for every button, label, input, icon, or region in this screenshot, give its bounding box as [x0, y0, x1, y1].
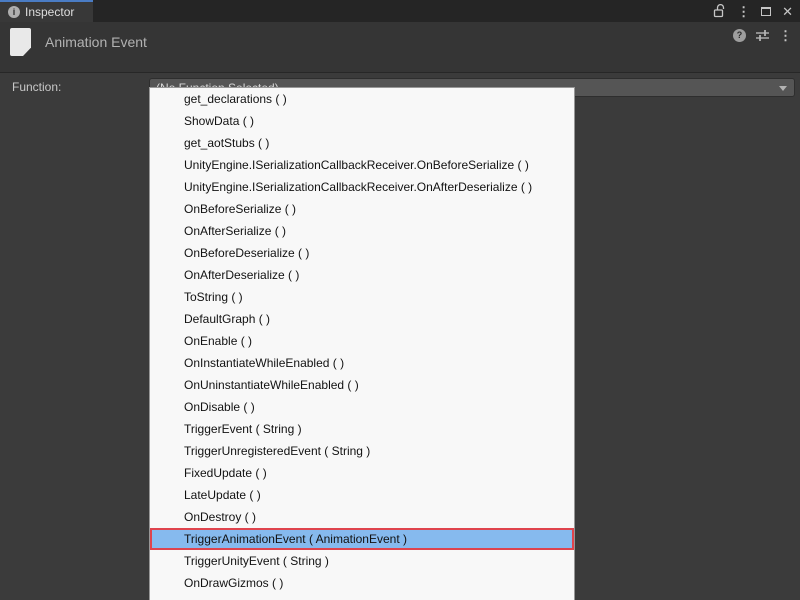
- unity-inspector-window: i Inspector ⋮ ✕ Animation Event ?: [0, 0, 800, 600]
- dropdown-item[interactable]: ToString ( ): [150, 286, 574, 308]
- chevron-down-icon: [779, 86, 787, 91]
- dropdown-item[interactable]: OnDestroy ( ): [150, 506, 574, 528]
- dropdown-item[interactable]: get_aotStubs ( ): [150, 132, 574, 154]
- dropdown-item[interactable]: OnBeforeDeserialize ( ): [150, 242, 574, 264]
- kebab-menu-icon[interactable]: ⋮: [737, 5, 750, 18]
- tab-inspector[interactable]: i Inspector: [0, 0, 93, 22]
- dropdown-item[interactable]: ShowData ( ): [150, 110, 574, 132]
- dropdown-item[interactable]: OnEnable ( ): [150, 330, 574, 352]
- dropdown-item[interactable]: OnBeforeSerialize ( ): [150, 198, 574, 220]
- presets-icon[interactable]: [755, 29, 770, 42]
- help-icon[interactable]: ?: [733, 29, 746, 42]
- dropdown-item[interactable]: OnDrawGizmos ( ): [150, 572, 574, 594]
- dropdown-item[interactable]: TriggerEvent ( String ): [150, 418, 574, 440]
- titlebar: i Inspector ⋮ ✕: [0, 0, 800, 22]
- tab-label: Inspector: [25, 5, 74, 19]
- dropdown-item[interactable]: OnDisable ( ): [150, 396, 574, 418]
- info-icon: i: [8, 6, 20, 18]
- dropdown-item[interactable]: UnityEngine.ISerializationCallbackReceiv…: [150, 176, 574, 198]
- dropdown-item-selected[interactable]: TriggerAnimationEvent ( AnimationEvent ): [150, 528, 574, 550]
- maximize-icon[interactable]: [761, 7, 771, 16]
- titlebar-icons: ⋮ ✕: [713, 0, 793, 22]
- dropdown-item[interactable]: get_declarations ( ): [150, 88, 574, 110]
- component-title: Animation Event: [45, 34, 147, 50]
- dropdown-item[interactable]: UnityEngine.ISerializationCallbackReceiv…: [150, 154, 574, 176]
- dropdown-item[interactable]: TriggerUnityEvent ( String ): [150, 550, 574, 572]
- document-icon: [10, 28, 31, 56]
- close-icon[interactable]: ✕: [782, 5, 793, 18]
- dropdown-item[interactable]: DefaultGraph ( ): [150, 308, 574, 330]
- dropdown-item[interactable]: OnAfterSerialize ( ): [150, 220, 574, 242]
- dropdown-item[interactable]: TriggerUnregisteredEvent ( String ): [150, 440, 574, 462]
- dropdown-item[interactable]: FixedUpdate ( ): [150, 462, 574, 484]
- kebab-menu-icon[interactable]: ⋮: [779, 29, 792, 42]
- function-dropdown-popup: get_declarations ( )ShowData ( )get_aotS…: [149, 87, 575, 600]
- dropdown-item[interactable]: LateUpdate ( ): [150, 484, 574, 506]
- dropdown-item[interactable]: OnUninstantiateWhileEnabled ( ): [150, 374, 574, 396]
- unlock-icon[interactable]: [713, 4, 726, 18]
- dropdown-item[interactable]: OnAfterDeserialize ( ): [150, 264, 574, 286]
- inspector-header: Animation Event ? ⋮: [0, 22, 800, 73]
- dropdown-item[interactable]: OnInstantiateWhileEnabled ( ): [150, 352, 574, 374]
- header-icons: ? ⋮: [733, 29, 792, 42]
- function-label: Function:: [12, 80, 61, 94]
